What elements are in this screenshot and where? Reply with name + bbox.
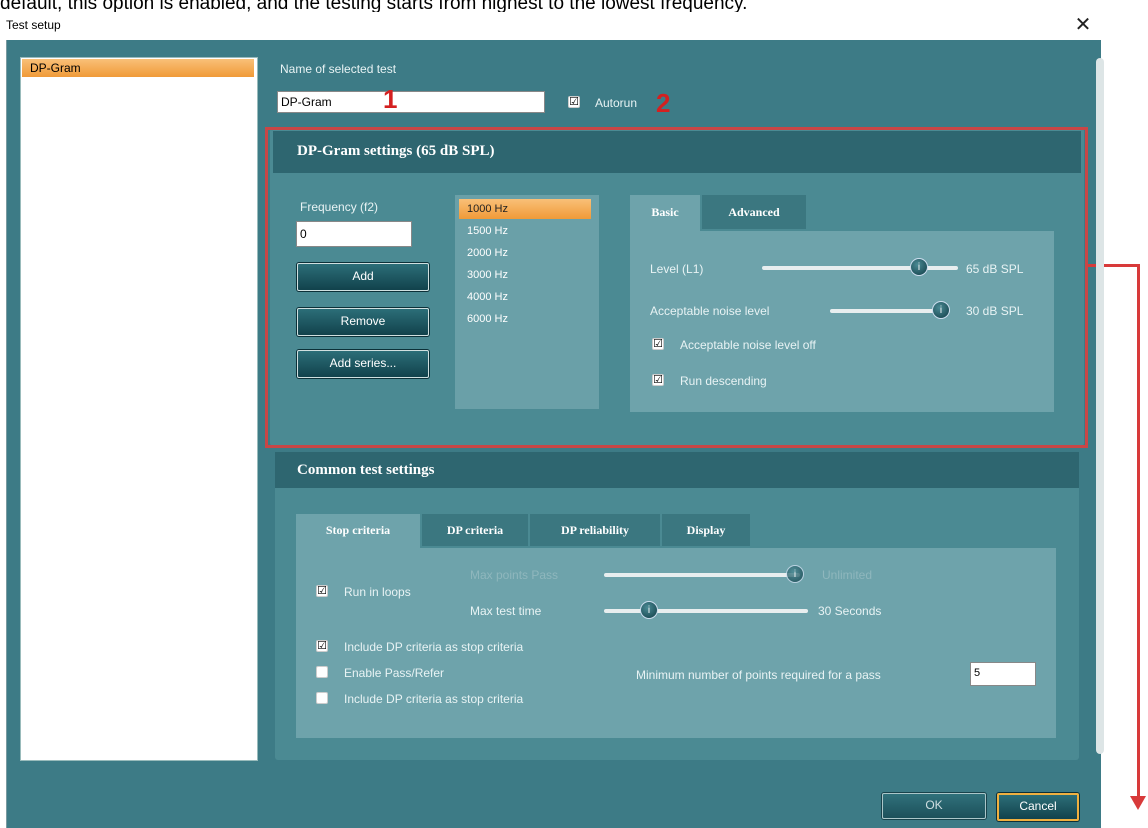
arrow-line-vertical bbox=[1137, 264, 1140, 800]
marker-2: 2 bbox=[656, 88, 671, 118]
enable-pass-refer-checkbox[interactable] bbox=[316, 666, 328, 678]
autorun-label: Autorun bbox=[595, 96, 638, 110]
include-dp-criteria-label: Include DP criteria as stop criteria bbox=[344, 640, 524, 654]
marker-1: 1 bbox=[383, 84, 398, 114]
title-bar: Test setup bbox=[0, 12, 1100, 38]
tab-display[interactable]: Display bbox=[662, 514, 750, 546]
test-list-item-dpgram[interactable]: DP-Gram bbox=[22, 59, 254, 77]
max-points-slider-track[interactable] bbox=[604, 573, 800, 577]
highlight-box bbox=[265, 127, 1088, 448]
max-points-value: Unlimited bbox=[822, 568, 873, 582]
cancel-button[interactable]: Cancel bbox=[997, 793, 1079, 821]
tab-dp-criteria[interactable]: DP criteria bbox=[422, 514, 528, 546]
ok-button[interactable]: OK bbox=[882, 793, 986, 819]
run-in-loops-checkbox[interactable]: ☑ bbox=[316, 585, 328, 597]
include-dp-criteria-checkbox[interactable]: ☑ bbox=[316, 640, 328, 652]
close-icon[interactable]: ✕ bbox=[1070, 12, 1096, 38]
max-time-slider-track[interactable] bbox=[604, 609, 808, 613]
include-dp-criteria-2-checkbox[interactable] bbox=[316, 692, 328, 704]
min-points-label: Minimum number of points required for a … bbox=[636, 668, 881, 682]
autorun-checkbox[interactable]: ☑ bbox=[568, 96, 580, 108]
max-time-label: Max test time bbox=[470, 604, 542, 618]
common-settings-title: Common test settings bbox=[297, 462, 435, 478]
vertical-scrollbar[interactable] bbox=[1096, 58, 1104, 754]
test-name-input[interactable]: DP-Gram bbox=[277, 91, 545, 113]
arrow-head-icon bbox=[1130, 796, 1146, 810]
include-dp-criteria-2-label: Include DP criteria as stop criteria bbox=[344, 692, 524, 706]
max-time-slider-knob[interactable]: i bbox=[640, 601, 658, 619]
max-time-value: 30 Seconds bbox=[818, 604, 882, 618]
max-points-label: Max points Pass bbox=[470, 568, 559, 582]
tab-stop-criteria[interactable]: Stop criteria bbox=[296, 514, 420, 548]
tab-dp-reliability[interactable]: DP reliability bbox=[530, 514, 660, 546]
test-list bbox=[20, 57, 258, 761]
enable-pass-refer-label: Enable Pass/Refer bbox=[344, 666, 445, 680]
max-points-slider-knob[interactable]: i bbox=[786, 565, 804, 583]
common-settings-header: Common test settings bbox=[275, 452, 1079, 488]
min-points-spinner[interactable]: 5 bbox=[970, 662, 1036, 686]
window-title: Test setup bbox=[6, 18, 61, 32]
test-name-label: Name of selected test bbox=[280, 62, 397, 76]
run-in-loops-label: Run in loops bbox=[344, 585, 411, 599]
